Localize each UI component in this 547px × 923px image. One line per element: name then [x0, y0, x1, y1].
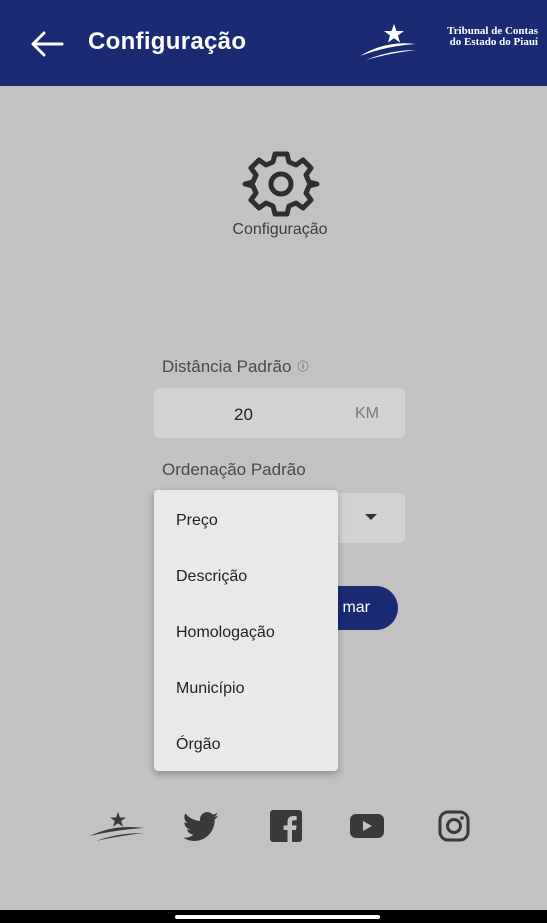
dropdown-option-descricao[interactable]: Descrição: [176, 568, 247, 586]
order-label: Ordenação Padrão: [162, 460, 306, 479]
dropdown-option-orgao[interactable]: Órgão: [176, 736, 220, 754]
tce-logo-icon: [90, 812, 144, 841]
facebook-icon: [270, 810, 302, 842]
info-icon[interactable]: ⓘ: [297, 361, 308, 373]
page-title: Configuração: [88, 28, 247, 55]
instagram-icon: [438, 810, 470, 842]
footer-youtube-link[interactable]: [350, 814, 384, 843]
arrow-left-icon: [31, 31, 64, 57]
brand-logo: Tribunal de Contas do Estado do Piauí: [356, 20, 542, 68]
footer-twitter-link[interactable]: [183, 812, 219, 847]
chevron-down-icon: [365, 514, 377, 520]
distance-input[interactable]: 20 KM: [154, 388, 405, 438]
brand-line-2: do Estado do Piauí: [449, 36, 538, 48]
footer-tce-link[interactable]: [88, 808, 146, 851]
dropdown-option-municipio[interactable]: Município: [176, 680, 244, 698]
distance-value: 20: [234, 405, 253, 424]
back-button[interactable]: [26, 26, 68, 62]
home-indicator[interactable]: [175, 915, 380, 919]
distance-label-row: Distância Padrão ⓘ: [162, 357, 308, 377]
twitter-icon: [183, 812, 219, 841]
app-bar: Configuração Tribunal de Contas do Estad…: [0, 0, 547, 86]
dropdown-option-preco[interactable]: Preço: [176, 512, 218, 530]
dropdown-option-homologacao[interactable]: Homologação: [176, 624, 275, 642]
footer-facebook-link[interactable]: [270, 810, 302, 847]
footer-instagram-link[interactable]: [438, 810, 470, 847]
distance-unit: KM: [355, 405, 379, 422]
order-dropdown-menu: Preço Descrição Homologação Município Ór…: [154, 490, 338, 771]
brand-name: Tribunal de Contas do Estado do Piauí: [420, 26, 538, 48]
distance-label: Distância Padrão: [162, 357, 292, 376]
tce-logo-icon: [360, 24, 416, 60]
settings-header: [236, 148, 326, 220]
settings-caption: Configuração: [232, 221, 328, 238]
gear-icon: [242, 151, 320, 217]
youtube-icon: [350, 814, 384, 838]
